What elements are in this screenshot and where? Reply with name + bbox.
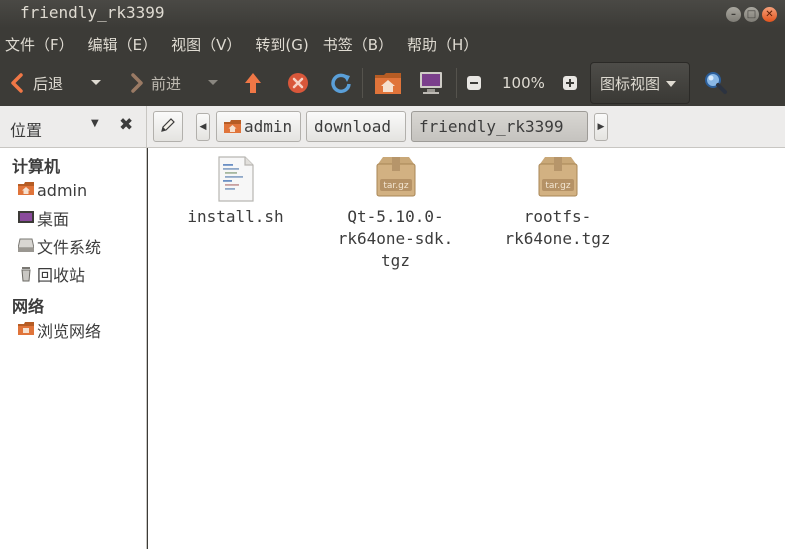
sidebar-title: 位置 [10,121,43,140]
breadcrumb-scroll-left[interactable]: ◀ [196,113,210,141]
sidebar-item-label: 浏览网络 [37,322,102,341]
places-sidebar: 计算机 admin 桌面 文件系统 回收站 网络 浏览网络 [0,148,147,549]
menu-help[interactable]: 帮助（H） [407,34,478,55]
reload-button[interactable] [330,60,352,106]
breadcrumb-label: friendly_rk3399 [419,117,564,136]
sidebar-item-label: 桌面 [37,210,70,229]
zoom-in-button[interactable] [562,60,578,106]
sidebar-header: 位置 ▼ ✖ [0,106,147,148]
trash-icon [18,266,34,282]
toolbar: 后退 前进 100% 图标视图 [0,60,785,106]
title-bar: friendly_rk3399 – □ ✕ [0,0,785,28]
toolbar-separator [362,68,363,98]
sidebar-item-admin[interactable]: admin [18,179,87,201]
breadcrumb-label: download [314,117,392,136]
forward-history-dropdown[interactable] [207,60,219,106]
sidebar-item-browse-network[interactable]: 浏览网络 [18,319,101,341]
sidebar-item-desktop[interactable]: 桌面 [18,207,69,229]
breadcrumb-admin[interactable]: admin [216,111,301,142]
home-folder-icon [18,182,34,198]
back-arrow-icon [10,73,24,93]
forward-arrow-icon [130,73,144,93]
sidebar-section-network: 网络 [12,297,45,316]
archive-icon: tar.gz [328,156,463,206]
menu-bar: 文件（F） 编辑（E） 视图（V） 转到(G) 书签（B） 帮助（H） [0,28,785,60]
file-name: Qt-5.10.0- rk64one-sdk. tgz [337,207,454,270]
back-history-dropdown[interactable] [90,60,102,106]
sidebar-item-trash[interactable]: 回收站 [18,263,85,285]
toolbar-separator [456,68,457,98]
back-label: 后退 [33,74,64,93]
desktop-icon [18,210,34,226]
hard-drive-icon [18,238,34,254]
minimize-button[interactable]: – [726,7,741,22]
file-name: rootfs- rk64one.tgz [504,207,611,248]
archive-badge: tar.gz [545,181,570,191]
archive-icon: tar.gz [490,156,625,206]
breadcrumb-label: admin [244,117,293,136]
search-button[interactable] [704,60,728,106]
location-bar: 位置 ▼ ✖ ◀ admin download friendly_rk3399 … [0,106,785,148]
home-button[interactable] [374,60,402,106]
zoom-out-icon [466,75,482,91]
menu-file[interactable]: 文件（F） [5,34,74,55]
forward-label: 前进 [151,74,182,93]
dropdown-arrow-icon [90,79,102,87]
reload-icon [330,72,352,94]
script-file-icon [178,156,293,206]
sidebar-section-computer: 计算机 [12,157,61,176]
sidebar-type-dropdown[interactable]: ▼ [91,118,99,129]
computer-button[interactable] [418,60,444,106]
network-folder-icon [18,322,34,338]
close-sidebar-button[interactable]: ✖ [119,115,133,135]
breadcrumb-scroll-right[interactable]: ▶ [594,113,608,141]
sidebar-item-label: 回收站 [37,266,86,285]
sidebar-item-label: admin [37,180,88,200]
menu-edit[interactable]: 编辑（E） [88,34,157,55]
edit-location-button[interactable] [153,111,183,142]
breadcrumb-friendly-rk3399[interactable]: friendly_rk3399 [411,111,588,142]
home-folder-icon [224,119,241,134]
view-mode-select[interactable]: 图标视图 [590,62,690,104]
archive-badge: tar.gz [383,181,408,191]
zoom-level: 100% [502,74,545,92]
file-item[interactable]: tar.gz rootfs- rk64one.tgz [490,156,625,250]
file-item[interactable]: install.sh [178,156,293,228]
dropdown-arrow-icon [207,79,219,87]
window-controls: – □ ✕ [726,7,777,22]
stop-icon [287,72,309,94]
sidebar-item-label: 文件系统 [37,238,102,257]
up-button[interactable] [243,60,263,106]
zoom-in-icon [562,75,578,91]
back-button[interactable]: 后退 [10,60,63,106]
view-mode-label: 图标视图 [600,74,661,93]
maximize-button[interactable]: □ [744,7,759,22]
file-view: install.sh tar.gz Qt-5.10.0- rk64one-sdk… [148,148,785,549]
computer-icon [418,70,444,96]
breadcrumb-download[interactable]: download [306,111,406,142]
menu-go[interactable]: 转到(G) [255,34,308,55]
home-folder-icon [374,70,402,96]
close-button[interactable]: ✕ [762,7,777,22]
sidebar-item-filesystem[interactable]: 文件系统 [18,235,101,257]
menu-view[interactable]: 视图（V） [171,34,241,55]
forward-button[interactable]: 前进 [130,60,181,106]
pencil-icon [160,117,176,137]
menu-bookmarks[interactable]: 书签（B） [323,34,393,55]
chevron-down-icon [666,74,677,92]
search-icon [704,71,728,95]
stop-button[interactable] [287,60,309,106]
window-title: friendly_rk3399 [20,3,165,22]
file-item[interactable]: tar.gz Qt-5.10.0- rk64one-sdk. tgz [328,156,463,272]
zoom-out-button[interactable] [466,60,482,106]
up-arrow-icon [243,71,263,95]
file-name: install.sh [187,207,284,226]
